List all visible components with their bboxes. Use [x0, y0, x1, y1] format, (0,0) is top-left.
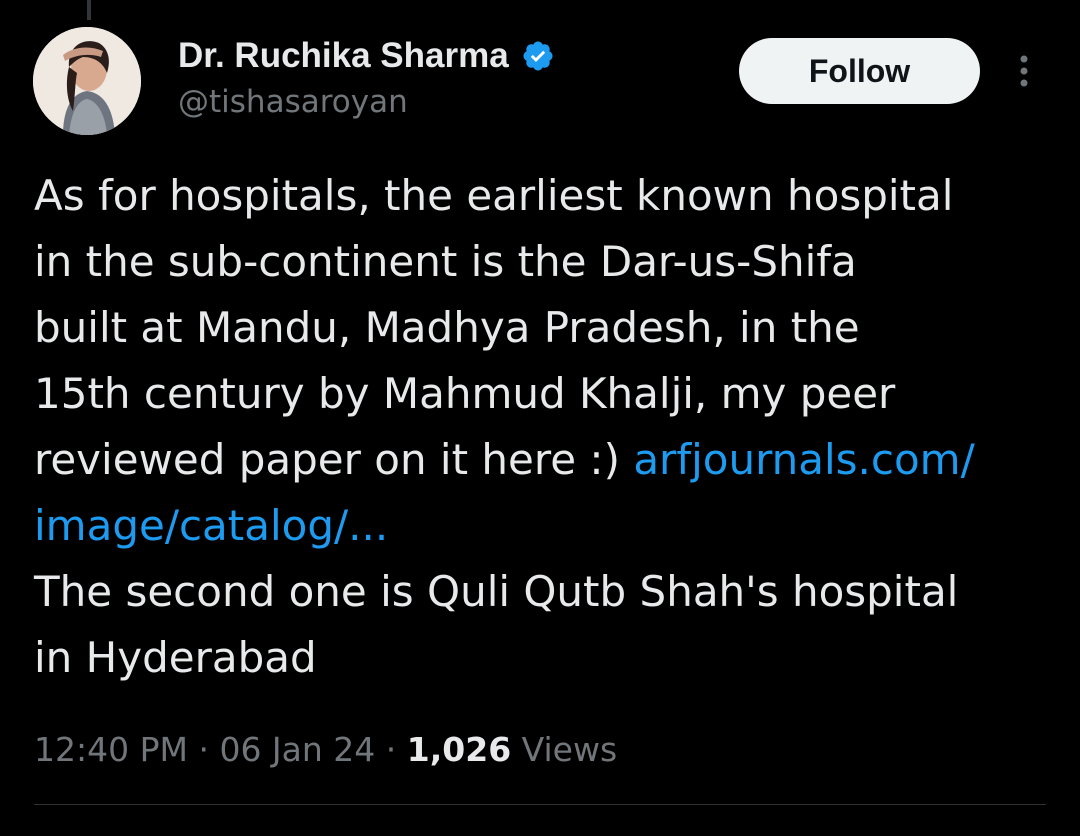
- views-label: Views: [511, 730, 618, 769]
- tweet-line: The second one is Quli Qutb Shah's hospi…: [34, 567, 959, 616]
- tweet-line: As for hospitals, the earliest known hos…: [34, 171, 954, 220]
- tweet-line-link-continued: image/catalog/...: [34, 493, 1064, 559]
- author-display-name[interactable]: Dr. Ruchika Sharma: [178, 36, 509, 76]
- tweet-text: As for hospitals, the earliest known hos…: [34, 163, 1064, 691]
- meta-separator: ·: [187, 730, 220, 769]
- tweet-line: in the sub-continent is the Dar-us-Shifa: [34, 237, 857, 286]
- author-name-row: Dr. Ruchika Sharma: [178, 34, 555, 78]
- author-handle[interactable]: @tishasaroyan: [178, 84, 408, 120]
- tweet-line-text: reviewed paper on it here :): [34, 435, 634, 484]
- tweet-line: in Hyderabad: [34, 633, 317, 682]
- divider: [34, 804, 1046, 805]
- tweet-link[interactable]: arfjournals.com/: [633, 435, 974, 484]
- avatar[interactable]: [33, 27, 141, 135]
- tweet-time[interactable]: 12:40 PM: [34, 730, 188, 769]
- tweet-line: built at Mandu, Madhya Pradesh, in the: [34, 303, 860, 352]
- meta-separator: ·: [375, 730, 407, 769]
- thread-connector-line: [87, 0, 91, 20]
- tweet-line-with-link: reviewed paper on it here :) arfjournals…: [34, 427, 1064, 493]
- tweet-meta: 12:40 PM · 06 Jan 24 · 1,026 Views: [34, 726, 617, 774]
- tweet-date[interactable]: 06 Jan 24: [219, 730, 375, 769]
- tweet-link-continued[interactable]: image/catalog/...: [34, 501, 388, 550]
- tweet-line: 15th century by Mahmud Khalji, my peer: [34, 369, 896, 418]
- more-vertical-icon[interactable]: [1010, 52, 1038, 90]
- follow-button[interactable]: Follow: [739, 38, 980, 104]
- views-count[interactable]: 1,026: [407, 730, 511, 769]
- profile-photo-icon: [33, 27, 141, 135]
- verified-badge-icon[interactable]: [521, 39, 555, 73]
